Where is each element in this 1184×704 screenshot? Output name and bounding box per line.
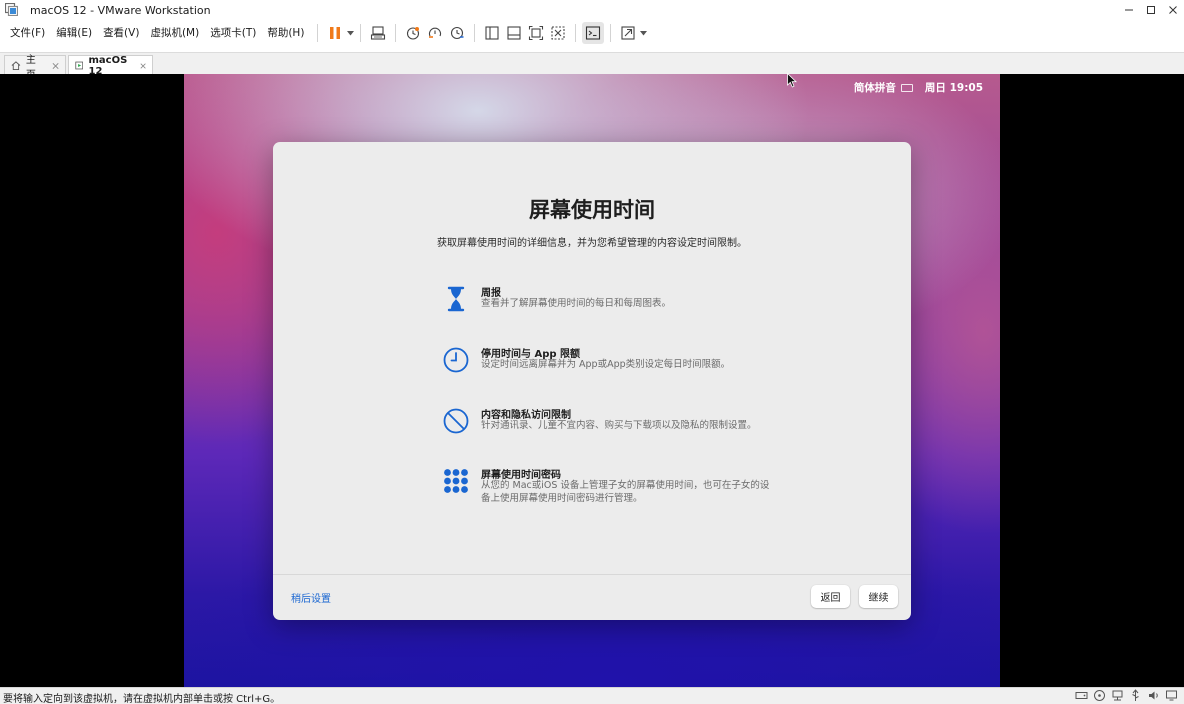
dialog-subtitle: 获取屏幕使用时间的详细信息，并为您希望管理的内容设定时间限制。 <box>437 238 747 249</box>
macos-screen[interactable]: 简体拼音 周日 19:05 屏幕使用时间 获取屏幕使用时间的详细信息，并为您希望… <box>184 74 1000 687</box>
vm-icon <box>75 61 84 70</box>
fullscreen-icon <box>621 26 635 40</box>
window-controls <box>1118 0 1184 20</box>
menu-help[interactable]: 帮助(H) <box>263 20 308 46</box>
feature-description: 设定时间远离屏幕并为 App或App类别设定每日时间限额。 <box>481 359 731 370</box>
toolbar-separator <box>360 24 362 42</box>
title-bar: macOS 12 - VMware Workstation <box>0 0 1184 20</box>
menu-tabs[interactable]: 选项卡(T) <box>206 20 260 46</box>
close-icon[interactable] <box>52 62 59 70</box>
tab-macos-12[interactable]: macOS 12 <box>68 55 153 77</box>
revert-snapshot-button[interactable] <box>424 22 446 44</box>
autofit-icon <box>551 26 565 40</box>
menu-toolbar: 文件(F) 编辑(E) 查看(V) 虚拟机(M) 选项卡(T) 帮助(H) <box>0 20 1184 46</box>
toolbar-separator <box>474 24 476 42</box>
keyboard-icon <box>900 83 913 92</box>
usb-icon[interactable] <box>1129 689 1142 702</box>
toolbar-separator <box>610 24 612 42</box>
continue-button[interactable]: 继续 <box>859 585 898 608</box>
input-method-label[interactable]: 简体拼音 <box>854 80 896 95</box>
fullscreen-dropdown[interactable] <box>639 22 647 44</box>
status-message: 要将输入定向到该虚拟机，请在虚拟机内部单击或按 Ctrl+G。 <box>3 694 281 704</box>
thumbnail-bar-icon <box>507 26 521 40</box>
home-icon <box>11 61 21 70</box>
macos-menubar-status: 简体拼音 周日 19:05 <box>854 80 983 95</box>
toolbar-separator <box>395 24 397 42</box>
close-icon[interactable] <box>140 62 146 70</box>
device-status-icons <box>1070 689 1178 702</box>
sound-icon[interactable] <box>1147 689 1160 702</box>
close-button[interactable] <box>1162 0 1184 20</box>
chevron-down-icon <box>346 30 354 35</box>
feature-description: 从您的 Mac或iOS 设备上管理子女的屏幕使用时间，也可在子女的设备上使用屏幕… <box>481 480 770 504</box>
send-ctrl-alt-del-icon <box>371 26 386 40</box>
minimize-button[interactable] <box>1118 0 1140 20</box>
tab-home[interactable]: 主页 <box>4 55 66 81</box>
library-icon <box>485 26 499 40</box>
fit-guest-icon <box>529 25 544 41</box>
window-title: macOS 12 - VMware Workstation <box>30 4 211 17</box>
restriction-icon <box>443 408 469 434</box>
menu-vm[interactable]: 虚拟机(M) <box>146 20 203 46</box>
snapshot-manager-icon <box>451 26 464 40</box>
fit-guest-button[interactable] <box>525 22 547 44</box>
vm-console[interactable]: 简体拼音 周日 19:05 屏幕使用时间 获取屏幕使用时间的详细信息，并为您希望… <box>0 74 1184 687</box>
feature-description: 查看并了解屏幕使用时间的每日和每周图表。 <box>481 298 672 309</box>
snapshot-icon <box>407 27 420 40</box>
minimize-icon <box>1125 9 1133 11</box>
pause-icon <box>330 27 341 39</box>
thumbnail-bar-button[interactable] <box>503 22 525 44</box>
clock-icon <box>443 347 469 373</box>
menu-view[interactable]: 查看(V) <box>99 20 143 46</box>
cd-dvd-icon[interactable] <box>1093 689 1106 702</box>
dialog-title: 屏幕使用时间 <box>529 198 655 222</box>
maximize-icon <box>1147 6 1155 14</box>
snapshot-button[interactable] <box>402 22 424 44</box>
menu-file[interactable]: 文件(F) <box>6 20 49 46</box>
status-bar: 要将输入定向到该虚拟机，请在虚拟机内部单击或按 Ctrl+G。 <box>0 687 1184 704</box>
toolbar-separator <box>575 24 577 42</box>
network-adapter-icon[interactable] <box>1111 689 1124 702</box>
pause-button[interactable] <box>324 22 346 44</box>
back-button[interactable]: 返回 <box>811 585 850 608</box>
tab-strip: 主页 macOS 12 <box>0 52 1184 81</box>
chevron-down-icon <box>639 30 647 35</box>
menu-edit[interactable]: 编辑(E) <box>52 20 96 46</box>
send-ctrl-alt-del-button[interactable] <box>367 22 389 44</box>
hard-disk-icon[interactable] <box>1075 689 1088 702</box>
maximize-button[interactable] <box>1140 0 1162 20</box>
hourglass-icon <box>447 286 465 312</box>
pause-dropdown[interactable] <box>346 22 354 44</box>
snapshot-manager-button[interactable] <box>446 22 468 44</box>
display-icon[interactable] <box>1165 689 1178 702</box>
passcode-icon <box>444 469 468 493</box>
dialog-divider <box>273 574 911 575</box>
revert-snapshot-icon <box>429 27 442 38</box>
toolbar-separator <box>317 24 319 42</box>
autofit-button[interactable] <box>547 22 569 44</box>
set-up-later-link[interactable]: 稍后设置 <box>291 590 331 605</box>
vmware-app-icon <box>5 3 18 16</box>
mouse-cursor-icon <box>787 73 797 88</box>
library-button[interactable] <box>481 22 503 44</box>
feature-description: 针对通讯录、儿童不宜内容、购买与下载项以及隐私的限制设置。 <box>481 420 757 431</box>
close-icon <box>1169 6 1177 14</box>
console-view-icon <box>586 26 601 40</box>
screen-time-dialog: 屏幕使用时间 获取屏幕使用时间的详细信息，并为您希望管理的内容设定时间限制。 周… <box>273 142 911 620</box>
console-view-button[interactable] <box>582 22 605 44</box>
fullscreen-button[interactable] <box>617 22 639 44</box>
clock-label[interactable]: 周日 19:05 <box>925 80 983 95</box>
